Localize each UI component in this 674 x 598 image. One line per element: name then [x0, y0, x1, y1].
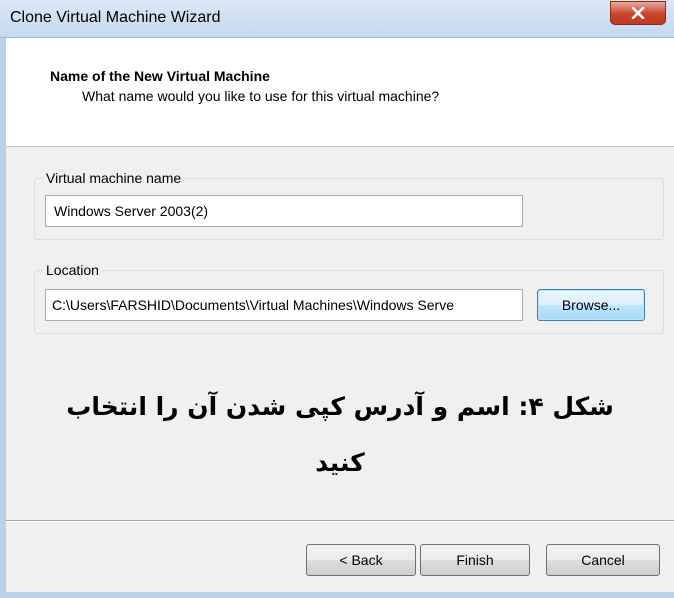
close-icon [631, 7, 645, 19]
location-input[interactable]: C:\Users\FARSHID\Documents\Virtual Machi… [45, 289, 523, 321]
page-title: Name of the New Virtual Machine [50, 68, 270, 84]
close-button[interactable] [610, 1, 666, 25]
finish-button[interactable]: Finish [420, 544, 530, 576]
page-subtitle: What name would you like to use for this… [82, 88, 440, 104]
browse-button[interactable]: Browse... [537, 289, 645, 321]
vm-name-input[interactable]: Windows Server 2003(2) [45, 195, 523, 227]
clone-vm-wizard-window: Clone Virtual Machine Wizard Name of the… [0, 0, 674, 598]
location-group: Location C:\Users\FARSHID\Documents\Virt… [34, 262, 664, 334]
title-bar[interactable]: Clone Virtual Machine Wizard [0, 0, 674, 38]
vm-name-label: Virtual machine name [43, 170, 185, 186]
footer-separator [6, 520, 674, 522]
back-button[interactable]: < Back [306, 544, 416, 576]
window-title: Clone Virtual Machine Wizard [10, 9, 221, 26]
wizard-header: Name of the New Virtual Machine What nam… [6, 38, 674, 147]
figure-caption-line-1: شکل ۴: اسم و آدرس کپی شدن آن را انتخاب [66, 392, 614, 421]
vm-name-group: Virtual machine name Windows Server 2003… [34, 170, 664, 240]
location-label: Location [43, 262, 102, 278]
cancel-button[interactable]: Cancel [546, 544, 660, 576]
figure-caption-line-2: کنید [315, 448, 365, 477]
